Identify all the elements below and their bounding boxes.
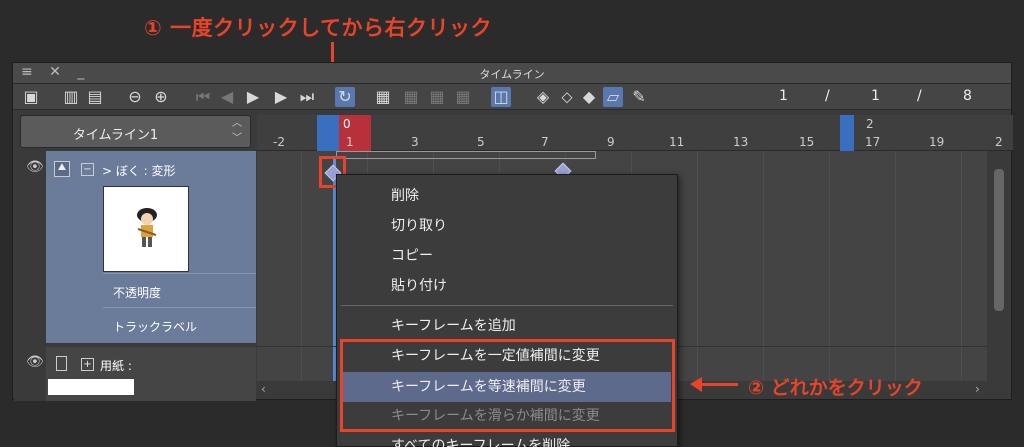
track-label: トラックラベル xyxy=(113,320,198,334)
tick-label: 3 xyxy=(411,135,419,149)
track-label-row[interactable]: トラックラベル xyxy=(103,307,256,341)
opacity-track[interactable]: 不透明度 xyxy=(103,273,256,307)
next-frame-icon[interactable]: ▶ xyxy=(271,87,291,107)
play-icon[interactable]: ▶ xyxy=(243,87,263,107)
prev-frame-icon[interactable]: ◀ xyxy=(217,87,237,107)
last-frame-icon[interactable]: ⏭ xyxy=(297,87,317,107)
tick-label: 15 xyxy=(799,135,815,149)
tick-label: 19 xyxy=(929,135,945,149)
frame-sep-2: / xyxy=(917,88,922,104)
layer-thumb-icon: ⛰ xyxy=(54,161,70,177)
chevron-updown-icon[interactable]: ︿ ﹀ xyxy=(232,116,242,146)
paper-icon xyxy=(56,356,67,371)
frame-total: 8 xyxy=(963,88,972,104)
new-cel-icon[interactable]: ▦ xyxy=(373,87,393,107)
cel-delete-icon[interactable]: ▦ xyxy=(453,87,473,107)
tick-label: -2 xyxy=(273,135,285,149)
frame-current: 1 xyxy=(779,88,788,104)
menu-item-cut[interactable]: 切り取り xyxy=(337,211,677,241)
new-frame-icon[interactable]: ▤ xyxy=(85,87,105,107)
window-title: タイムライン xyxy=(479,68,545,81)
graph-icon[interactable]: ▣ xyxy=(21,87,41,107)
scroll-right-icon[interactable]: › xyxy=(975,382,980,396)
frame-ruler[interactable]: 0 2 -2 1 3 5 7 9 11 13 15 17 19 2 xyxy=(257,115,1013,151)
tick-label: 2 xyxy=(995,135,1003,149)
tick-label: 17 xyxy=(865,135,881,149)
track-icon[interactable]: ▱ xyxy=(603,87,623,107)
opacity-label: 不透明度 xyxy=(113,286,162,300)
delete-keyframe-icon[interactable]: ◆ xyxy=(579,87,599,107)
expand-icon[interactable]: + xyxy=(81,358,94,371)
menu-item-paste[interactable]: 貼り付け xyxy=(337,271,677,301)
zoom-in-icon[interactable]: ⊕ xyxy=(151,87,171,107)
first-frame-icon[interactable]: ⏮ xyxy=(193,87,213,107)
toolbar: ▣ ▥ ▤ ⊖ ⊕ ⏮ ◀ ▶ ▶ ⏭ ↻ ▦ ▦ ▦ ▦ ◫ ◈ ⬦ ◆ ▱ … xyxy=(13,84,1011,110)
vertical-scrollbar[interactable] xyxy=(987,151,1011,383)
onion-skin-icon[interactable]: ◫ xyxy=(491,87,511,107)
pen-icon[interactable]: ✎ xyxy=(629,87,649,107)
annotation-top: ① 一度クリックしてから右クリック xyxy=(144,16,492,40)
tick-label: 7 xyxy=(541,135,549,149)
paper-label: 用紙 : xyxy=(100,359,132,373)
menu-item-delete[interactable]: 削除 xyxy=(337,181,677,211)
menu-item-copy[interactable]: コピー xyxy=(337,241,677,271)
menu-item-delete-all[interactable]: すべてのキーフレームを削除 xyxy=(337,431,677,447)
annotation-arrow-left xyxy=(690,377,738,392)
cel-spec-icon[interactable]: ▦ xyxy=(401,87,421,107)
timeline-selector[interactable]: タイムライン1 ︿ ﹀ xyxy=(20,115,251,148)
loop-icon[interactable]: ↻ xyxy=(335,87,355,107)
layer-panel: 👁 ⛰ − > ぼく : 変形 不透明度 トラックラベル 👁 + 用紙 : xyxy=(14,151,256,401)
frame-sep-1: / xyxy=(825,88,830,104)
collapse-icon[interactable]: − xyxy=(81,163,94,176)
end-marker[interactable] xyxy=(840,115,854,151)
second-mark: 2 xyxy=(866,117,874,131)
character-image xyxy=(137,208,157,247)
annotation-menu-box xyxy=(340,339,675,432)
frame-mid: 1 xyxy=(871,88,880,104)
zoom-out-icon[interactable]: ⊖ xyxy=(125,87,145,107)
tick-label: 5 xyxy=(477,135,485,149)
layer-name[interactable]: > ぼく : 変形 xyxy=(102,162,176,179)
menu-separator xyxy=(341,305,673,306)
tick-label: 13 xyxy=(733,135,749,149)
keyframe-track xyxy=(336,151,596,159)
tick-label: 1 xyxy=(346,135,354,149)
eye-icon-paper[interactable]: 👁 xyxy=(26,354,44,370)
eye-icon[interactable]: 👁 xyxy=(26,159,44,175)
paper-swatch xyxy=(48,379,134,395)
layer-thumbnail xyxy=(103,186,189,272)
filmstrip-icon[interactable]: ▥ xyxy=(61,87,81,107)
annotation-right: ② どれかをクリック xyxy=(748,377,923,399)
tick-label: 9 xyxy=(607,135,615,149)
scroll-thumb[interactable] xyxy=(994,169,1004,311)
interpolation-icon[interactable]: ⬦ xyxy=(557,87,577,107)
keyframe-enable-icon[interactable]: ◈ xyxy=(533,87,553,107)
title-bar: ≡ ✕ _ タイムライン xyxy=(13,63,1011,84)
scroll-left-icon[interactable]: ‹ xyxy=(261,382,266,396)
timeline-name: タイムライン1 xyxy=(72,128,159,143)
cel-replace-icon[interactable]: ▦ xyxy=(427,87,447,107)
menu-item-add-keyframe[interactable]: キーフレームを追加 xyxy=(337,311,677,341)
current-frame-label: 0 xyxy=(343,117,351,131)
tick-label: 11 xyxy=(669,135,685,149)
playhead[interactable] xyxy=(317,115,339,151)
